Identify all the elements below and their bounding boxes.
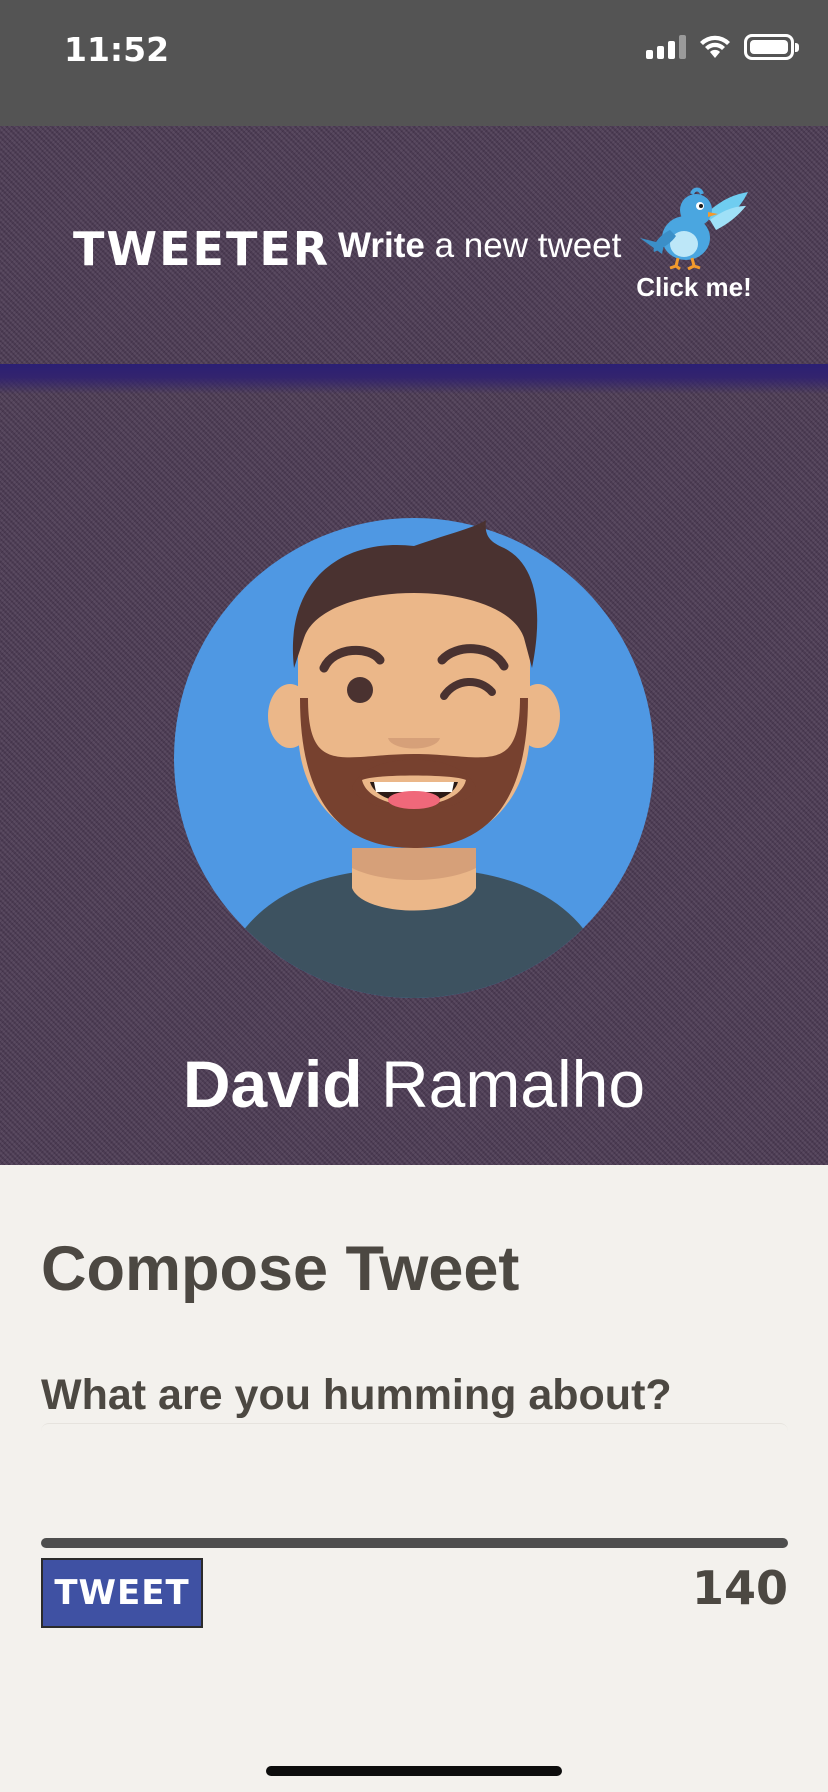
profile-last-name: Ramalho (362, 1047, 646, 1121)
header-divider (0, 364, 828, 394)
tagline-rest: a new tweet (424, 226, 622, 265)
home-indicator[interactable] (266, 1766, 562, 1776)
character-counter: 140 (691, 1561, 788, 1615)
tweet-input[interactable] (41, 1423, 788, 1538)
status-icons (646, 34, 799, 60)
status-time: 11:52 (64, 30, 170, 69)
bird-click-button[interactable]: Click me! (626, 186, 756, 306)
profile-name: David Ramalho (0, 1046, 828, 1122)
compose-title: Compose Tweet (41, 1234, 520, 1304)
tweet-submit-button[interactable]: TWEET (41, 1558, 203, 1628)
compose-prompt-label: What are you humming about? (41, 1371, 672, 1419)
battery-icon (744, 34, 799, 60)
compose-section: Compose Tweet What are you humming about… (0, 1165, 828, 1792)
profile-hero: TWEETER Write a new tweet Click me! Davi… (0, 126, 828, 1165)
app-logo: TWEETER (73, 222, 331, 276)
app-header: TWEETER Write a new tweet Click me! (0, 126, 828, 364)
avatar (174, 518, 654, 998)
tagline-bold: Write (338, 226, 425, 265)
wifi-icon (700, 35, 730, 58)
bird-icon (640, 187, 748, 270)
input-underline (41, 1538, 788, 1548)
status-bar: 11:52 (0, 0, 828, 126)
profile-first-name: David (182, 1047, 363, 1121)
cellular-signal-icon (646, 35, 686, 59)
bird-button-label: Click me! (636, 272, 752, 302)
header-tagline: Write a new tweet (338, 226, 621, 266)
